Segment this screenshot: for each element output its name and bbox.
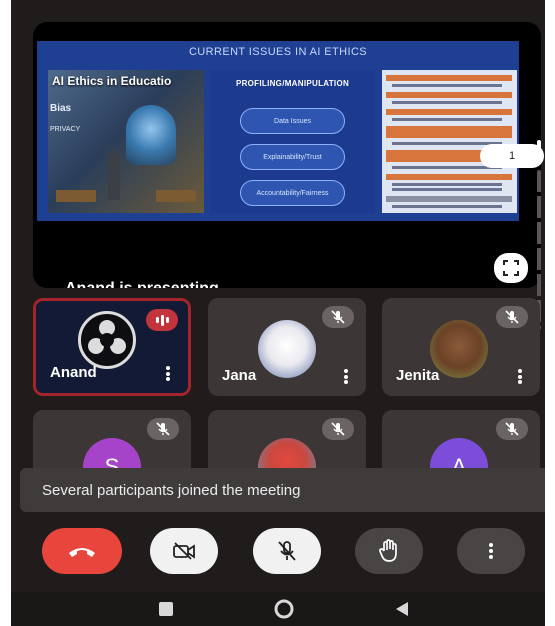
mic-off-icon (278, 541, 296, 561)
diagram-heading: PROFILING/MANIPULATION (235, 79, 350, 88)
system-nav-bar (11, 592, 545, 626)
mic-off-icon (156, 422, 170, 436)
slide-issues-list (382, 70, 517, 213)
participant-menu-icon[interactable] (166, 366, 170, 381)
fullscreen-button[interactable] (494, 253, 528, 283)
issue-bullet-line (392, 183, 502, 186)
mic-off-icon (505, 422, 519, 436)
slide-title: CURRENT ISSUES IN AI ETHICS (188, 46, 368, 58)
person-figure (108, 150, 120, 200)
end-call-button[interactable] (42, 528, 122, 574)
scrollbar-thumb[interactable] (537, 140, 541, 164)
issue-bullet-line (392, 118, 502, 121)
cat-photo-avatar (258, 320, 316, 378)
raise-hand-button[interactable] (355, 528, 423, 574)
participant-name: Anand (50, 364, 97, 381)
issue-bullet-line (392, 101, 502, 104)
issue-heading-bar (386, 126, 512, 138)
mic-off-icon (505, 310, 519, 324)
issue-bullet-line (392, 188, 502, 191)
diagram-pill: Accountability/Fairness (240, 180, 345, 206)
more-options-button[interactable] (457, 528, 525, 574)
shared-slide: CURRENT ISSUES IN AI ETHICS AI Ethics in… (37, 41, 519, 221)
participant-tile-anand[interactable]: Anand (33, 298, 191, 396)
issue-heading-bar (386, 109, 512, 115)
mic-off-indicator (147, 418, 179, 440)
presenting-label: Anand is presenting (65, 280, 219, 288)
participant-tile-jana[interactable]: Jana (208, 298, 366, 396)
mic-off-indicator (322, 418, 354, 440)
desk-figure (56, 190, 96, 202)
participant-tile-jenita[interactable]: Jenita (382, 298, 540, 396)
issue-heading-bar (386, 174, 512, 180)
camera-off-icon (173, 542, 195, 560)
more-vertical-icon (489, 543, 493, 559)
presentation-stage[interactable]: CURRENT ISSUES IN AI ETHICS AI Ethics in… (33, 22, 541, 288)
mic-off-indicator (496, 418, 528, 440)
issue-heading-bar (386, 75, 512, 81)
page-indicator: 1 (480, 144, 544, 168)
slide-illustration: AI Ethics in Educatio Bias PRIVACY (48, 70, 204, 213)
issue-bullet-line (392, 84, 502, 87)
illustration-word-bias: Bias (50, 103, 72, 114)
participant-menu-icon[interactable] (518, 369, 522, 384)
home-icon[interactable] (273, 598, 295, 620)
back-icon[interactable] (393, 600, 411, 618)
mic-off-icon (331, 422, 345, 436)
issue-heading-bar (386, 92, 512, 98)
hang-up-icon (69, 548, 95, 557)
participant-name: Jenita (396, 367, 440, 384)
illustration-title: AI Ethics in Educatio (52, 74, 172, 88)
recents-icon[interactable] (157, 600, 175, 618)
diagram-pill: Explainability/Trust (240, 144, 345, 170)
obs-icon (83, 316, 131, 364)
mic-off-indicator (322, 306, 354, 328)
issue-bullet-line (392, 205, 502, 208)
slide-diagram: PROFILING/MANIPULATION Data Issues Expla… (210, 70, 375, 213)
diagram-pill: Data Issues (240, 108, 345, 134)
mic-off-icon (331, 310, 345, 324)
mic-toggle-button[interactable] (253, 528, 321, 574)
mic-off-indicator (496, 306, 528, 328)
desk-figure (156, 190, 196, 202)
participant-menu-icon[interactable] (344, 369, 348, 384)
speaking-indicator (146, 309, 178, 331)
join-notification-toast: Several participants joined the meeting (20, 468, 545, 512)
fullscreen-icon (503, 260, 519, 276)
camera-toggle-button[interactable] (150, 528, 218, 574)
robot-figure (126, 105, 176, 165)
meet-app: CURRENT ISSUES IN AI ETHICS AI Ethics in… (11, 0, 545, 626)
hand-icon (379, 539, 397, 562)
issue-heading-bar (386, 196, 512, 202)
obs-logo-avatar (78, 311, 136, 369)
illustration-word-privacy: PRIVACY (50, 126, 81, 133)
participant-name: Jana (222, 367, 257, 384)
